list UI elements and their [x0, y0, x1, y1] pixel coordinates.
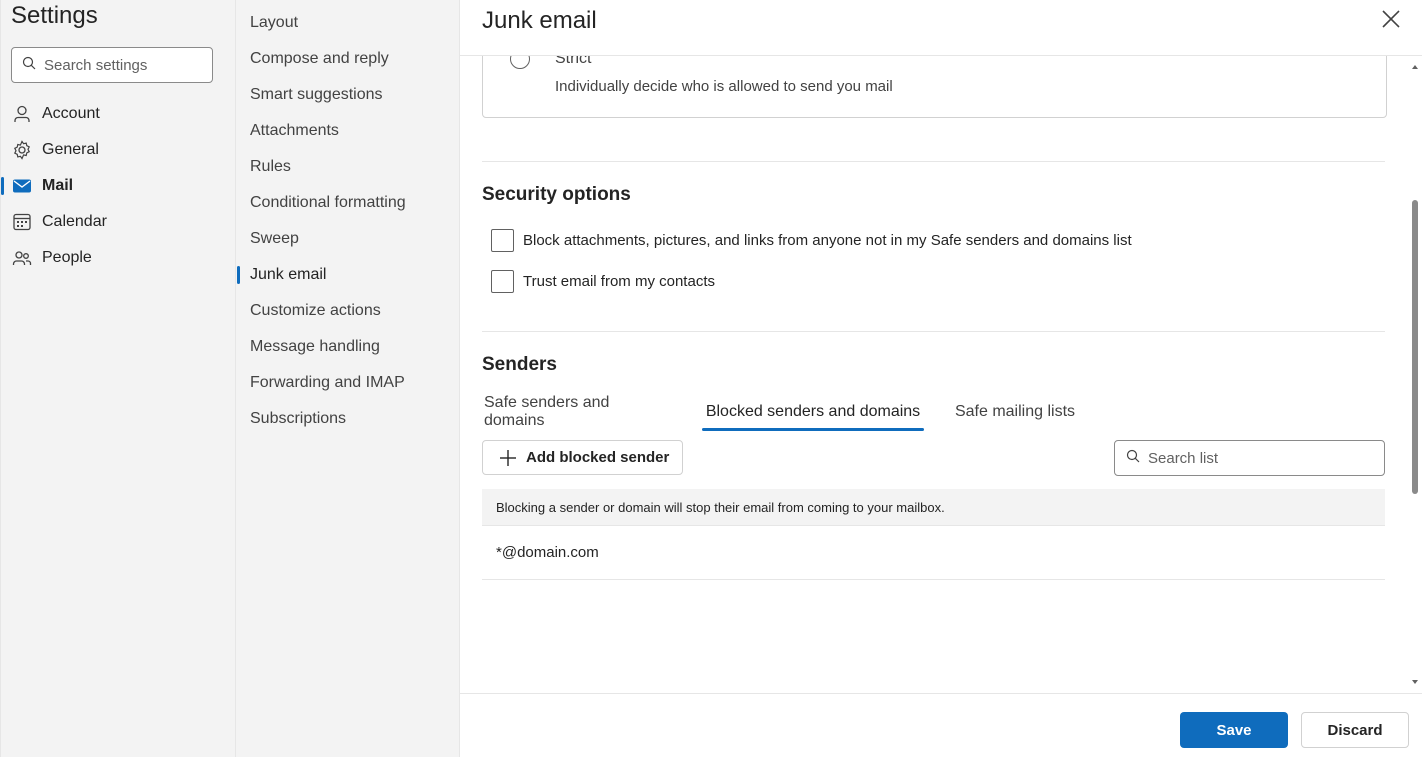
discard-button[interactable]: Discard: [1301, 712, 1409, 748]
subnav-item-junk-email[interactable]: Junk email: [236, 259, 458, 291]
subnav-item-smart-suggestions[interactable]: Smart suggestions: [236, 79, 458, 111]
divider: [482, 331, 1385, 332]
sidebar-item-mail[interactable]: Mail: [1, 170, 235, 202]
search-list-box[interactable]: [1114, 440, 1385, 476]
junk-email-panel: Junk email Strict Individually decide wh…: [460, 0, 1422, 757]
add-blocked-sender-label: Add blocked sender: [526, 449, 670, 466]
block-attachments-checkbox[interactable]: [491, 229, 514, 252]
subnav-item-conditional-formatting[interactable]: Conditional formatting: [236, 187, 458, 219]
strict-radio[interactable]: [510, 56, 530, 69]
page-title: Junk email: [482, 7, 597, 34]
filter-option-strict: Strict Individually decide who is allowe…: [482, 56, 1387, 118]
people-icon: [12, 248, 32, 268]
settings-title: Settings: [11, 2, 98, 29]
calendar-icon: [12, 212, 32, 232]
scroll-up-icon[interactable]: [1411, 63, 1419, 71]
subnav-item-message-handling[interactable]: Message handling: [236, 331, 458, 363]
tab-safe-mailing-lists[interactable]: Safe mailing lists: [954, 396, 1076, 428]
subnav-item-attachments[interactable]: Attachments: [236, 115, 458, 147]
mail-settings-nav: Layout Compose and reply Smart suggestio…: [236, 0, 460, 757]
security-options-title: Security options: [482, 184, 631, 205]
subnav-item-subscriptions[interactable]: Subscriptions: [236, 403, 458, 435]
trust-contacts-label: Trust email from my contacts: [523, 273, 715, 290]
strict-label: Strict: [555, 56, 592, 67]
sidebar-item-people[interactable]: People: [1, 242, 235, 274]
subnav-item-rules[interactable]: Rules: [236, 151, 458, 183]
sidebar-item-label: People: [42, 249, 92, 266]
sidebar-item-account[interactable]: Account: [1, 98, 235, 130]
subnav-item-forwarding-and-imap[interactable]: Forwarding and IMAP: [236, 367, 458, 399]
sidebar-item-general[interactable]: General: [1, 134, 235, 166]
subnav-item-customize-actions[interactable]: Customize actions: [236, 295, 458, 327]
strict-description: Individually decide who is allowed to se…: [555, 78, 893, 95]
scroll-down-icon[interactable]: [1411, 678, 1419, 686]
tab-safe-senders[interactable]: Safe senders and domains: [484, 394, 670, 429]
close-button[interactable]: [1378, 6, 1404, 32]
plus-icon: [500, 449, 516, 466]
blocked-info-bar: Blocking a sender or domain will stop th…: [482, 489, 1385, 526]
settings-content: Strict Individually decide who is allowe…: [460, 56, 1422, 693]
search-list-input[interactable]: [1148, 449, 1368, 467]
tab-blocked-senders[interactable]: Blocked senders and domains: [702, 396, 924, 431]
blocked-sender-row[interactable]: *@domain.com: [482, 526, 1385, 580]
senders-title: Senders: [482, 354, 557, 375]
settings-search[interactable]: [11, 47, 213, 83]
sidebar-item-label: Account: [42, 105, 100, 122]
scroll-thumb[interactable]: [1412, 200, 1418, 494]
subnav-item-sweep[interactable]: Sweep: [236, 223, 458, 255]
panel-footer: Save Discard: [460, 693, 1422, 757]
divider: [482, 161, 1385, 162]
sidebar-item-label: Calendar: [42, 213, 107, 230]
sidebar-item-calendar[interactable]: Calendar: [1, 206, 235, 238]
search-icon: [22, 56, 36, 75]
settings-sidebar: Settings Account General Mail Calendar: [0, 0, 236, 757]
subnav-item-compose-and-reply[interactable]: Compose and reply: [236, 43, 458, 75]
sidebar-item-label: General: [42, 141, 99, 158]
person-icon: [12, 104, 32, 124]
close-icon: [1382, 10, 1400, 28]
block-attachments-label: Block attachments, pictures, and links f…: [523, 232, 1132, 249]
panel-header: Junk email: [460, 0, 1422, 56]
save-button[interactable]: Save: [1180, 712, 1288, 748]
mail-icon: [12, 176, 32, 196]
trust-contacts-option[interactable]: Trust email from my contacts: [491, 270, 715, 293]
gear-icon: [12, 140, 32, 160]
search-icon: [1126, 449, 1140, 468]
add-blocked-sender-button[interactable]: Add blocked sender: [482, 440, 683, 475]
block-attachments-option[interactable]: Block attachments, pictures, and links f…: [491, 229, 1132, 252]
trust-contacts-checkbox[interactable]: [491, 270, 514, 293]
settings-search-input[interactable]: [44, 56, 204, 74]
scrollbar[interactable]: [1410, 56, 1420, 693]
sidebar-item-label: Mail: [42, 177, 74, 194]
subnav-item-layout[interactable]: Layout: [236, 7, 458, 39]
